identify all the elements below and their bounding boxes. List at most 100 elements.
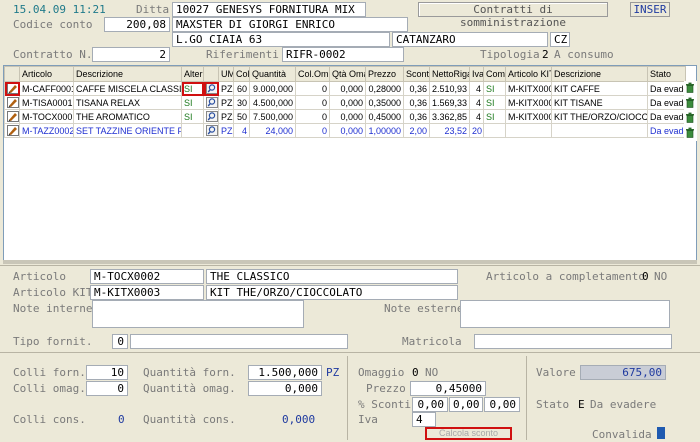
cell-lookup[interactable]	[203, 123, 219, 138]
col-colli[interactable]: Colli	[233, 66, 250, 82]
cell-kit[interactable]	[505, 123, 552, 138]
cell-kit-desc[interactable]: KIT TISANE	[551, 95, 648, 110]
omaggio-value[interactable]: 0	[412, 366, 419, 379]
cell-iva[interactable]: 4	[469, 95, 484, 110]
colli-forn-field[interactable]: 10	[86, 365, 128, 380]
tipologia-value[interactable]: 2	[542, 48, 549, 61]
cell-lookup[interactable]	[203, 95, 219, 110]
sconto-1-field[interactable]: 0,00	[412, 397, 448, 412]
delete-row-button[interactable]	[685, 82, 696, 95]
col-descrizione[interactable]: Descrizione	[73, 66, 182, 82]
ditta-field[interactable]: 10027 GENESYS FORNITURA MIX	[172, 2, 366, 17]
col-iva[interactable]: Iva	[469, 66, 484, 82]
cell-edit[interactable]	[4, 95, 20, 110]
delete-row-button[interactable]	[685, 97, 696, 110]
delete-row-icon[interactable]	[685, 127, 695, 138]
cell-kit-desc[interactable]	[551, 123, 648, 138]
cell-iva[interactable]: 4	[469, 81, 484, 96]
cell-netto[interactable]: 2.510,93	[429, 81, 470, 96]
completamento-value[interactable]: 0	[642, 270, 649, 283]
quantita-omag-field[interactable]: 0,000	[248, 381, 322, 396]
col-descrizione-kit[interactable]: Descrizione	[551, 66, 648, 82]
righe-contratto-grid[interactable]: Articolo Descrizione Alter UM Colli Quan…	[3, 65, 697, 263]
cell-colli[interactable]: 50	[233, 109, 250, 124]
delete-row-icon[interactable]	[685, 97, 695, 108]
cell-alter[interactable]: SI	[181, 81, 204, 96]
cell-colli[interactable]: 60	[233, 81, 250, 96]
cell-kit-desc[interactable]: KIT CAFFE	[551, 81, 648, 96]
cell-kit[interactable]: M-KITX0003	[505, 109, 552, 124]
cell-stato[interactable]: Da evadere	[647, 95, 686, 110]
cell-lookup[interactable]	[203, 81, 219, 96]
cell-colli[interactable]: 4	[233, 123, 250, 138]
cell-iva[interactable]: 20	[469, 123, 484, 138]
cell-descrizione[interactable]: TISANA RELAX	[73, 95, 182, 110]
cell-compl[interactable]: SI	[483, 109, 506, 124]
cell-alter[interactable]	[181, 123, 204, 138]
cell-kit-desc[interactable]: KIT THE/ORZO/CIOCCOLATO	[551, 109, 648, 124]
contratti-somministrazione-button[interactable]: Contratti di somministrazione	[418, 2, 608, 29]
cell-edit[interactable]	[4, 81, 20, 96]
col-articolo-kit[interactable]: Articolo KIT	[505, 66, 552, 82]
cell-alter[interactable]: SI	[181, 95, 204, 110]
cell-articolo[interactable]: M-TOCX0001	[19, 109, 74, 124]
cell-compl[interactable]	[483, 123, 506, 138]
cell-articolo[interactable]: M-TISA0001	[19, 95, 74, 110]
cell-um[interactable]: PZ	[218, 123, 234, 138]
cell-qta-omag[interactable]: 0,000	[329, 109, 366, 124]
cell-compl[interactable]: SI	[483, 95, 506, 110]
quantita-forn-field[interactable]: 1.500,000	[248, 365, 322, 380]
col-um[interactable]: UM	[218, 66, 234, 82]
note-interne-textarea[interactable]	[92, 300, 304, 328]
delete-row-button[interactable]	[685, 127, 696, 140]
col-sconti[interactable]: Sconti	[403, 66, 430, 82]
cell-um[interactable]: PZ	[218, 95, 234, 110]
cell-iva[interactable]: 4	[469, 109, 484, 124]
cell-col-om[interactable]: 0	[295, 123, 330, 138]
table-row[interactable]: M-TOCX0001 THE AROMATICO SI PZ 50 7.500,000 0 0…	[4, 109, 686, 124]
cell-prezzo[interactable]: 0,45000	[365, 109, 404, 124]
delete-row-button[interactable]	[685, 112, 696, 125]
cell-netto[interactable]: 23,52	[429, 123, 470, 138]
cell-descrizione[interactable]: SET TAZZINE ORIENTE PER THE	[73, 123, 182, 138]
cell-sconti[interactable]: 0,36	[403, 109, 430, 124]
cell-um[interactable]: PZ	[218, 109, 234, 124]
cell-articolo[interactable]: M-CAFF0001	[19, 81, 74, 96]
table-row[interactable]: M-TISA0001 TISANA RELAX SI PZ 30 4.500,000 0 0,…	[4, 95, 686, 110]
prezzo-field[interactable]: 0,45000	[410, 381, 486, 396]
cell-col-om[interactable]: 0	[295, 95, 330, 110]
cell-netto[interactable]: 3.362,85	[429, 109, 470, 124]
calcola-sconto-button[interactable]: Calcola sconto	[425, 427, 512, 440]
table-row[interactable]: M-CAFF0001CAFFE MISCELA CLASSICASIPZ609.…	[4, 81, 686, 96]
iva-field[interactable]: 4	[412, 412, 436, 427]
cell-prezzo[interactable]: 0,35000	[365, 95, 404, 110]
stato-code[interactable]: E	[578, 398, 585, 411]
cell-stato[interactable]: Da evadere	[647, 123, 686, 138]
cell-kit[interactable]: M-KITX0001	[505, 81, 552, 96]
tipo-fornit-code-field[interactable]: 0	[112, 334, 128, 349]
cell-edit[interactable]	[4, 123, 20, 138]
cell-kit[interactable]: M-KITX0002	[505, 95, 552, 110]
cell-descrizione[interactable]: THE AROMATICO	[73, 109, 182, 124]
cell-quantita[interactable]: 4.500,000	[249, 95, 296, 110]
contratto-field[interactable]: 2	[92, 47, 170, 62]
col-quantita[interactable]: Quantità	[249, 66, 296, 82]
cell-stato[interactable]: Da evadere	[647, 81, 686, 96]
cell-descrizione[interactable]: CAFFE MISCELA CLASSICA	[73, 81, 182, 96]
col-netto-riga[interactable]: NettoRiga	[429, 66, 470, 82]
col-col-om[interactable]: Col.Om.	[295, 66, 330, 82]
col-compl[interactable]: Compl	[483, 66, 506, 82]
cell-quantita[interactable]: 24,000	[249, 123, 296, 138]
cell-qta-omag[interactable]: 0,000	[329, 81, 366, 96]
col-alter[interactable]: Alter	[181, 66, 204, 82]
cell-edit[interactable]	[4, 109, 20, 124]
table-row[interactable]: M-TAZZ0002SET TAZZINE ORIENTE PER THE PZ4…	[4, 123, 686, 138]
cell-prezzo[interactable]: 0,28000	[365, 81, 404, 96]
note-esterne-textarea[interactable]	[460, 300, 670, 328]
cell-colli[interactable]: 30	[233, 95, 250, 110]
cell-um[interactable]: PZ	[218, 81, 234, 96]
colli-omag-field[interactable]: 0	[86, 381, 128, 396]
convalida-toggle[interactable]	[657, 427, 665, 439]
matricola-field[interactable]	[474, 334, 672, 349]
cell-netto[interactable]: 1.569,33	[429, 95, 470, 110]
